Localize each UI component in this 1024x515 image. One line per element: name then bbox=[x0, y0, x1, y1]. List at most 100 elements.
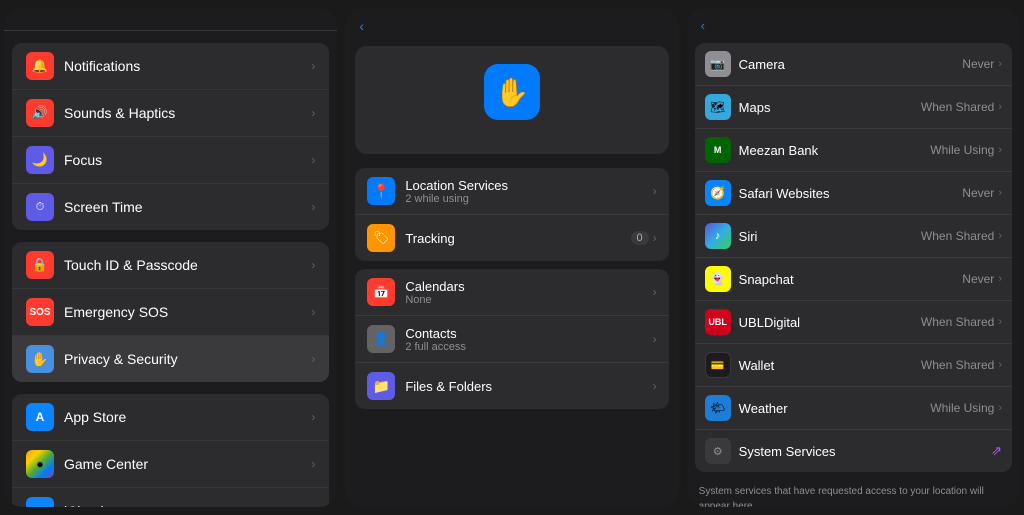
calendars-title: Calendars bbox=[405, 279, 652, 294]
filesfolders-title: Files & Folders bbox=[405, 379, 652, 394]
settings-item-sos[interactable]: SOSEmergency SOS› bbox=[12, 289, 329, 336]
chevron-icon: › bbox=[653, 285, 657, 299]
privacy-row-filesfolders[interactable]: 📁 Files & Folders› bbox=[355, 363, 668, 409]
chevron-icon: › bbox=[998, 359, 1002, 371]
location-row-ubldigital[interactable]: UBLUBLDigitalWhen Shared› bbox=[695, 301, 1012, 344]
location-row-safari[interactable]: 🧭Safari WebsitesNever› bbox=[695, 172, 1012, 215]
location-apps-list: 📷CameraNever›🗺MapsWhen Shared›MMeezan Ba… bbox=[687, 39, 1020, 507]
settings-item-appstore[interactable]: AApp Store› bbox=[12, 394, 329, 441]
meezan-name: Meezan Bank bbox=[739, 143, 931, 158]
tracking-icon: 🏷 bbox=[367, 224, 395, 252]
privacy-row-contacts[interactable]: 👤 Contacts2 full access› bbox=[355, 316, 668, 363]
safari-permission: Never bbox=[962, 186, 994, 200]
camera-icon: 📷 bbox=[705, 51, 731, 77]
contacts-right: › bbox=[653, 332, 657, 346]
chevron-icon: › bbox=[998, 187, 1002, 199]
icloud-icon: ☁ bbox=[26, 497, 54, 507]
weather-icon: 🌤 bbox=[705, 395, 731, 421]
location-row-wallet[interactable]: 💳WalletWhen Shared› bbox=[695, 344, 1012, 387]
chevron-icon: › bbox=[311, 410, 315, 424]
chevron-icon: › bbox=[998, 273, 1002, 285]
chevron-icon: › bbox=[653, 231, 657, 245]
tracking-right: 0› bbox=[631, 231, 657, 245]
snapchat-permission: Never bbox=[962, 272, 994, 286]
ubldigital-name: UBLDigital bbox=[739, 315, 921, 330]
contacts-title: Contacts bbox=[405, 326, 652, 341]
chevron-icon: › bbox=[998, 101, 1002, 113]
settings-item-gamecenter[interactable]: ● Game Center› bbox=[12, 441, 329, 488]
privacy-services-list: 📍Location Services2 while using›🏷Trackin… bbox=[355, 168, 668, 417]
privacy-row-locationservices[interactable]: 📍 Location Services2 while using› bbox=[355, 168, 668, 215]
privacy-row-calendars[interactable]: 📅CalendarsNone› bbox=[355, 269, 668, 316]
screentime-icon: ⏱ bbox=[26, 193, 54, 221]
ubldigital-permission: When Shared bbox=[921, 315, 994, 329]
location-footer: System services that have requested acce… bbox=[687, 476, 1020, 507]
contacts-sub: 2 full access bbox=[405, 341, 652, 353]
sos-label: Emergency SOS bbox=[64, 304, 311, 320]
gamecenter-label: Game Center bbox=[64, 456, 311, 472]
notifications-icon: 🔔 bbox=[26, 52, 54, 80]
maps-permission: When Shared bbox=[921, 100, 994, 114]
safari-icon: 🧭 bbox=[705, 180, 731, 206]
icloud-label: iCloud bbox=[64, 503, 311, 507]
settings-item-icloud[interactable]: ☁ iCloud› bbox=[12, 488, 329, 507]
notifications-label: Notifications bbox=[64, 58, 311, 74]
filesfolders-right: › bbox=[653, 379, 657, 393]
chevron-icon: › bbox=[311, 153, 315, 167]
chevron-icon: › bbox=[653, 332, 657, 346]
focus-label: Focus bbox=[64, 152, 311, 168]
locationservices-sub: 2 while using bbox=[405, 193, 652, 205]
location-nav-back[interactable]: ‹ bbox=[701, 18, 707, 33]
maps-icon: 🗺 bbox=[705, 94, 731, 120]
settings-item-touchid[interactable]: 🔒Touch ID & Passcode› bbox=[12, 242, 329, 289]
chevron-icon: › bbox=[311, 106, 315, 120]
meezan-permission: While Using bbox=[930, 143, 994, 157]
chevron-icon: › bbox=[998, 144, 1002, 156]
settings-group-0: 🔔Notifications›🔊Sounds & Haptics›🌙Focus›… bbox=[4, 43, 337, 230]
appstore-icon: A bbox=[26, 403, 54, 431]
location-row-maps[interactable]: 🗺 MapsWhen Shared › bbox=[695, 86, 1012, 129]
tracking-title: Tracking bbox=[405, 231, 630, 246]
chevron-icon: › bbox=[653, 379, 657, 393]
chevron-icon: › bbox=[311, 504, 315, 507]
gamecenter-icon: ● bbox=[26, 450, 54, 478]
location-row-camera[interactable]: 📷CameraNever› bbox=[695, 43, 1012, 86]
maps-name: Maps bbox=[739, 100, 921, 115]
privacy-panel: ‹ ✋ 📍Location Services2 while using›🏷Tra… bbox=[345, 8, 678, 507]
systemservices-icon: ⚙ bbox=[705, 438, 731, 464]
location-row-weather[interactable]: 🌤WeatherWhile Using› bbox=[695, 387, 1012, 430]
location-row-siri[interactable]: ♪SiriWhen Shared› bbox=[695, 215, 1012, 258]
settings-item-privacy[interactable]: ✋Privacy & Security› bbox=[12, 336, 329, 382]
privacy-section-0: 📍Location Services2 while using›🏷Trackin… bbox=[355, 168, 668, 261]
locationservices-content: Location Services2 while using bbox=[405, 178, 652, 205]
settings-item-screentime[interactable]: ⏱Screen Time› bbox=[12, 184, 329, 230]
weather-permission: While Using bbox=[930, 401, 994, 415]
siri-name: Siri bbox=[739, 229, 921, 244]
location-row-systemservices[interactable]: ⚙System Services⇗ bbox=[695, 430, 1012, 472]
settings-item-notifications[interactable]: 🔔 Notifications› bbox=[12, 43, 329, 90]
chevron-icon: › bbox=[311, 59, 315, 73]
siri-permission: When Shared bbox=[921, 229, 994, 243]
chevron-icon: › bbox=[653, 184, 657, 198]
filesfolders-icon: 📁 bbox=[367, 372, 395, 400]
chevron-icon: › bbox=[311, 457, 315, 471]
ubldigital-icon: UBL bbox=[705, 309, 731, 335]
locationservices-icon: 📍 bbox=[367, 177, 395, 205]
chevron-icon: › bbox=[998, 58, 1002, 70]
sounds-icon: 🔊 bbox=[26, 99, 54, 127]
back-chevron-icon: ‹ bbox=[701, 18, 705, 33]
calendars-right: › bbox=[653, 285, 657, 299]
location-nav: ‹ bbox=[687, 8, 1020, 39]
location-apps-section: 📷CameraNever›🗺MapsWhen Shared›MMeezan Ba… bbox=[695, 43, 1012, 472]
wallet-permission: When Shared bbox=[921, 358, 994, 372]
contacts-icon: 👤 bbox=[367, 325, 395, 353]
location-row-meezan[interactable]: MMeezan BankWhile Using› bbox=[695, 129, 1012, 172]
privacy-section-1: 📅CalendarsNone›👤Contacts2 full access›📁F… bbox=[355, 269, 668, 409]
settings-item-sounds[interactable]: 🔊Sounds & Haptics› bbox=[12, 90, 329, 137]
settings-item-focus[interactable]: 🌙Focus› bbox=[12, 137, 329, 184]
privacy-row-tracking[interactable]: 🏷 Tracking0› bbox=[355, 215, 668, 261]
wallet-name: Wallet bbox=[739, 358, 921, 373]
settings-group-1: 🔒Touch ID & Passcode›SOSEmergency SOS›✋P… bbox=[4, 242, 337, 382]
privacy-nav[interactable]: ‹ bbox=[345, 8, 678, 40]
location-row-snapchat[interactable]: 👻SnapchatNever› bbox=[695, 258, 1012, 301]
